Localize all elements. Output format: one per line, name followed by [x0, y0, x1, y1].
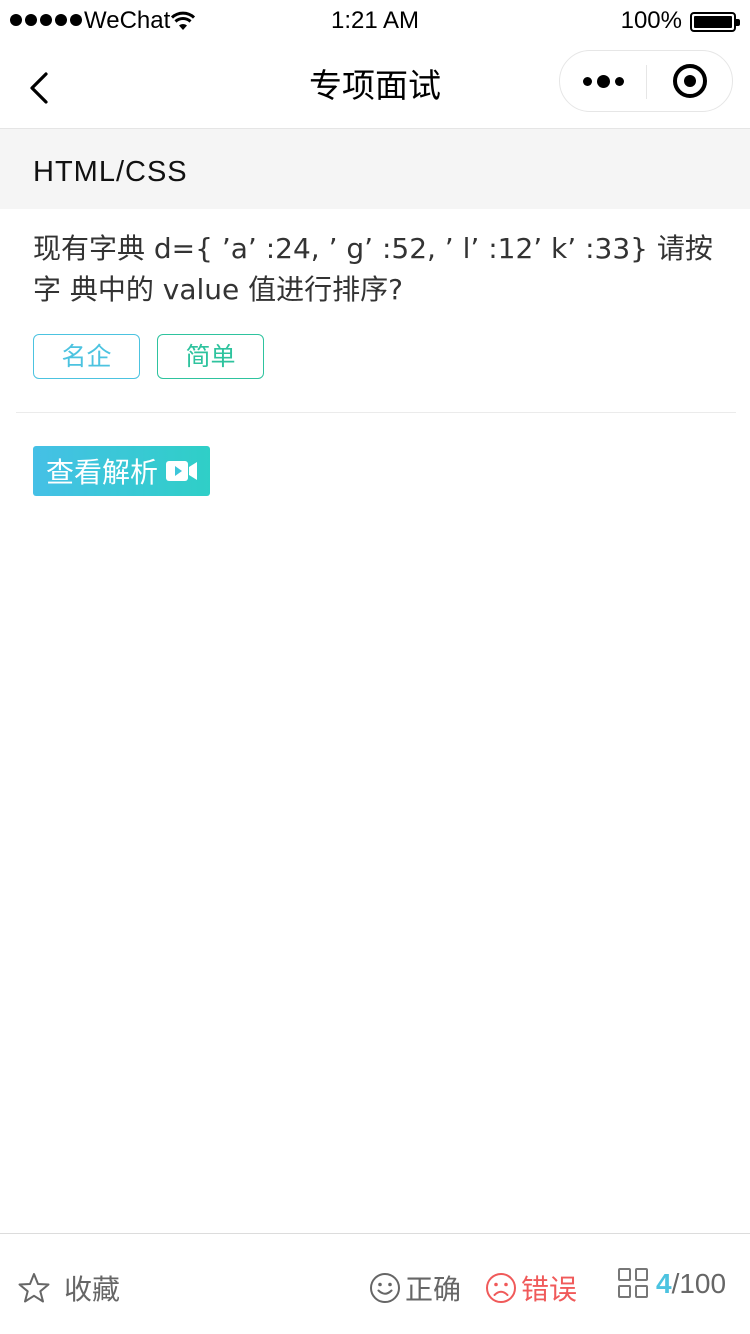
question-progress[interactable]: 4 /100: [618, 1268, 726, 1300]
status-bar: WeChat 1:21 AM 100%: [0, 0, 750, 42]
favorite-label: 收藏: [64, 1273, 121, 1306]
correct-label: 正确: [405, 1273, 462, 1306]
frown-icon: [486, 1273, 516, 1303]
more-dots-icon[interactable]: [560, 51, 647, 111]
tag-company[interactable]: 名企: [33, 334, 140, 379]
divider: [16, 412, 736, 413]
correct-button[interactable]: 正确: [369, 1268, 461, 1308]
battery-icon: [690, 12, 740, 32]
grid-icon: [618, 1268, 650, 1300]
back-button[interactable]: [20, 68, 60, 108]
bottom-bar: 收藏 正确 错误 4 /100: [0, 1233, 750, 1334]
star-icon: [18, 1273, 50, 1303]
video-icon: [166, 461, 198, 481]
category-header: HTML/CSS: [0, 129, 750, 209]
wrong-label: 错误: [521, 1273, 578, 1306]
current-question-number: 4: [656, 1268, 672, 1299]
nav-bar: 专项面试: [0, 42, 750, 129]
target-circle-icon[interactable]: [647, 51, 733, 111]
smile-icon: [370, 1273, 400, 1303]
tag-list: 名企 简单: [33, 334, 264, 379]
wrong-button[interactable]: 错误: [485, 1268, 577, 1308]
view-analysis-label: 查看解析: [46, 456, 159, 489]
battery-percent: 100%: [620, 7, 682, 34]
total-questions: /100: [671, 1268, 727, 1299]
mini-program-capsule: [559, 50, 733, 112]
view-analysis-button[interactable]: 查看解析: [33, 446, 210, 496]
favorite-button[interactable]: 收藏: [18, 1268, 120, 1308]
app-root: WeChat 1:21 AM 100% 专项面试 HTML/CSS 现有字典 d…: [0, 0, 750, 1334]
tag-difficulty[interactable]: 简单: [157, 334, 264, 379]
question-text: 现有字典 d={ ’a’ :24, ’ g’ :52, ’ l’ :12’ k’…: [33, 232, 713, 306]
